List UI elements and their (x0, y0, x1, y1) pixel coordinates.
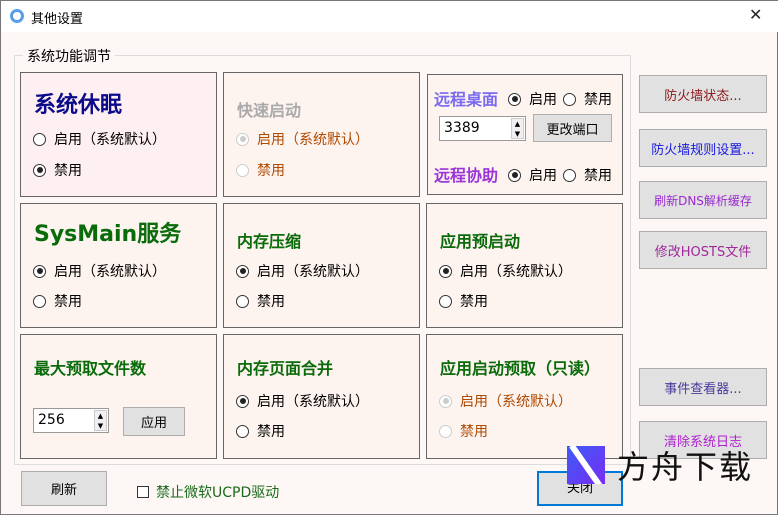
panel-remote: 远程桌面 启用 禁用 3389 ▲ ▼ 更改端口 远程协助 启用 禁用 (427, 74, 623, 195)
panel-appprefetch: 应用启动预取（只读） 启用（系统默认） 禁用 (426, 334, 623, 459)
memcompress-enable-radio[interactable]: 启用（系统默认） (236, 261, 369, 281)
checkbox-box[interactable] (137, 486, 149, 498)
fastboot-enable-radio: 启用（系统默认） (236, 129, 369, 149)
pagecombine-enable-radio[interactable]: 启用（系统默认） (236, 391, 369, 411)
sleep-disable-radio[interactable]: 禁用 (33, 160, 82, 180)
prelaunch-disable-radio[interactable]: 禁用 (439, 291, 488, 311)
edit-hosts-button[interactable]: 修改HOSTS文件 (639, 231, 767, 269)
refresh-button[interactable]: 刷新 (21, 471, 107, 506)
apply-button[interactable]: 应用 (123, 407, 185, 436)
group-label: 系统功能调节 (23, 46, 115, 66)
rd-enable-radio[interactable]: 启用 (508, 89, 557, 109)
prefetch-spinner[interactable]: ▲ ▼ (94, 410, 107, 431)
ucpd-checkbox[interactable]: 禁止微软UCPD驱动 (137, 482, 279, 502)
sleep-enable-radio[interactable]: 启用（系统默认） (33, 129, 166, 149)
watermark-logo-icon (567, 446, 605, 484)
panel-prelaunch: 应用预启动 启用（系统默认） 禁用 (426, 203, 623, 328)
title-bar: 其他设置 ✕ (1, 1, 778, 32)
sleep-title: 系统休眠 (34, 93, 123, 118)
firewall-status-button[interactable]: 防火墙状态... (639, 75, 767, 113)
change-port-button[interactable]: 更改端口 (533, 114, 612, 142)
fastboot-title: 快速启动 (237, 101, 302, 120)
panel-pagecombine: 内存页面合并 启用（系统默认） 禁用 (223, 334, 420, 459)
remote-assist-label: 远程协助 (434, 166, 499, 185)
panel-prefetch: 最大预取文件数 256 ▲ ▼ 应用 (20, 334, 217, 459)
prelaunch-enable-radio[interactable]: 启用（系统默认） (439, 261, 572, 281)
gear-icon (10, 9, 24, 23)
ra-disable-radio[interactable]: 禁用 (563, 165, 612, 185)
port-input[interactable]: 3389 ▲ ▼ (439, 116, 526, 141)
prelaunch-title: 应用预启动 (440, 232, 521, 251)
ra-enable-radio[interactable]: 启用 (508, 165, 557, 185)
panel-sleep: 系统休眠 启用（系统默认） 禁用 (20, 72, 217, 197)
firewall-rules-button[interactable]: 防火墙规则设置... (639, 129, 767, 167)
sysmain-disable-radio[interactable]: 禁用 (33, 291, 82, 311)
close-window-button[interactable]: ✕ (749, 5, 762, 24)
settings-window: 其他设置 ✕ 系统功能调节 系统休眠 启用（系统默认） 禁用 快速启动 启用（系… (0, 0, 778, 515)
panel-sysmain: SysMain服务 启用（系统默认） 禁用 (20, 203, 217, 328)
pagecombine-disable-radio[interactable]: 禁用 (236, 421, 285, 441)
sysmain-title: SysMain服务 (34, 222, 182, 247)
prefetch-count-input[interactable]: 256 ▲ ▼ (33, 408, 109, 433)
appprefetch-enable-radio: 启用（系统默认） (439, 391, 572, 411)
ucpd-label: 禁止微软UCPD驱动 (156, 485, 280, 501)
panel-memcompress: 内存压缩 启用（系统默认） 禁用 (223, 203, 420, 328)
watermark: 方舟下载 (567, 442, 753, 488)
memcompress-title: 内存压缩 (237, 232, 302, 251)
appprefetch-title: 应用启动预取（只读） (440, 359, 601, 378)
pagecombine-title: 内存页面合并 (237, 359, 334, 378)
remote-desktop-label: 远程桌面 (434, 90, 499, 109)
flush-dns-button[interactable]: 刷新DNS解析缓存 (639, 181, 767, 219)
event-viewer-button[interactable]: 事件查看器... (639, 368, 767, 406)
rd-disable-radio[interactable]: 禁用 (563, 89, 612, 109)
fastboot-disable-radio: 禁用 (236, 160, 285, 180)
appprefetch-disable-radio: 禁用 (439, 421, 488, 441)
sysmain-enable-radio[interactable]: 启用（系统默认） (33, 261, 166, 281)
window-title: 其他设置 (31, 12, 84, 27)
prefetch-title: 最大预取文件数 (34, 359, 147, 378)
memcompress-disable-radio[interactable]: 禁用 (236, 291, 285, 311)
port-spinner[interactable]: ▲ ▼ (511, 118, 524, 139)
panel-fastboot: 快速启动 启用（系统默认） 禁用 (223, 72, 420, 197)
